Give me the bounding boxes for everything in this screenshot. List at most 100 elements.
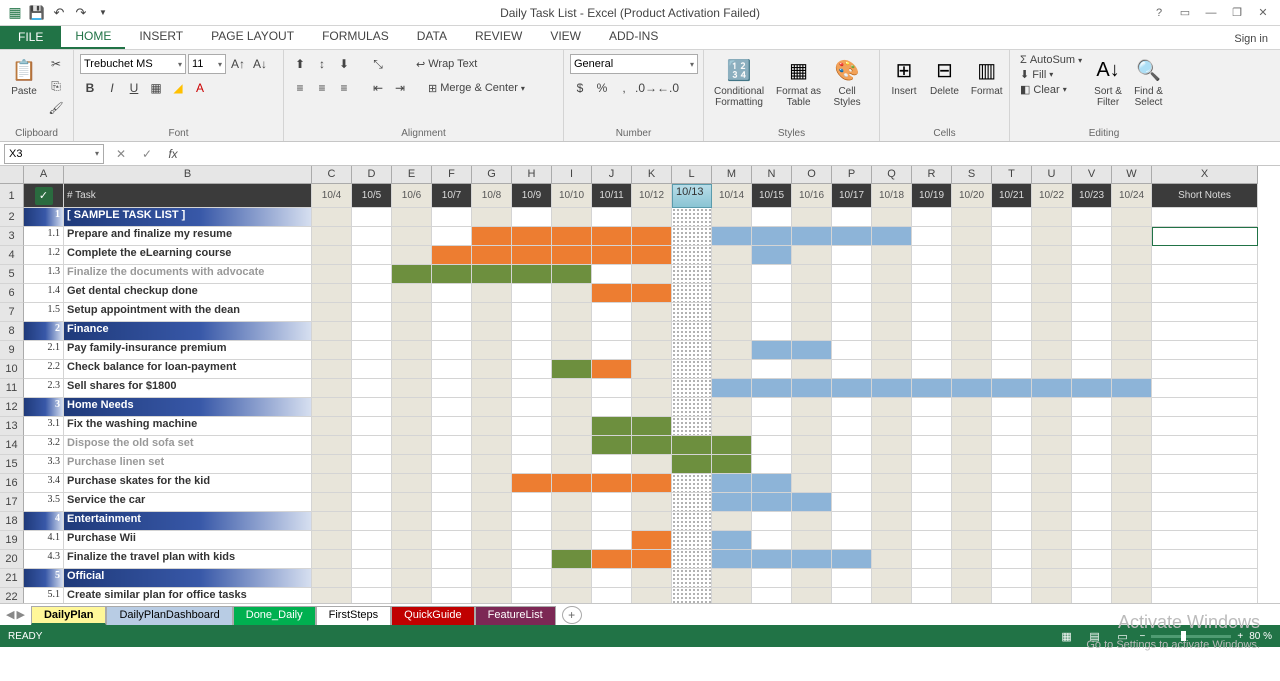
gantt-cell[interactable] [552, 588, 592, 603]
gantt-cell[interactable] [392, 379, 432, 398]
align-bottom-icon[interactable]: ⬇ [334, 54, 354, 74]
gantt-cell[interactable] [512, 265, 552, 284]
row-header-1[interactable]: 1 [0, 184, 24, 208]
gantt-cell[interactable] [512, 284, 552, 303]
gantt-cell[interactable] [792, 569, 832, 588]
gantt-cell[interactable] [952, 303, 992, 322]
gantt-cell[interactable] [832, 303, 872, 322]
gantt-cell[interactable] [1112, 265, 1152, 284]
gantt-cell[interactable] [592, 265, 632, 284]
gantt-cell[interactable] [792, 341, 832, 360]
gantt-cell[interactable] [672, 455, 712, 474]
cell-num[interactable]: 1.2 [24, 246, 64, 265]
gantt-cell[interactable] [872, 531, 912, 550]
tab-add-ins[interactable]: ADD-INS [595, 26, 672, 49]
cell-task[interactable]: Complete the eLearning course [64, 246, 312, 265]
col-header-A[interactable]: A [24, 166, 64, 184]
sheet-tab-done_daily[interactable]: Done_Daily [233, 606, 316, 625]
gantt-cell[interactable] [1072, 265, 1112, 284]
cell-task[interactable]: Get dental checkup done [64, 284, 312, 303]
gantt-cell[interactable] [512, 379, 552, 398]
row-header-21[interactable]: 21 [0, 569, 24, 588]
gantt-cell[interactable] [1112, 379, 1152, 398]
minimize-icon[interactable]: — [1198, 2, 1224, 24]
delete-button[interactable]: ⊟Delete [926, 54, 963, 99]
gantt-cell[interactable] [752, 436, 792, 455]
format-button[interactable]: ▥Format [967, 54, 1007, 99]
row-header-15[interactable]: 15 [0, 455, 24, 474]
gantt-cell[interactable] [312, 246, 352, 265]
gantt-cell[interactable] [1032, 417, 1072, 436]
gantt-cell[interactable] [1112, 398, 1152, 417]
cell-num[interactable]: 4.3 [24, 550, 64, 569]
gantt-cell[interactable] [952, 474, 992, 493]
gantt-cell[interactable] [912, 246, 952, 265]
gantt-cell[interactable] [552, 474, 592, 493]
gantt-cell[interactable] [472, 398, 512, 417]
cell-notes[interactable] [1152, 531, 1258, 550]
cell-task[interactable]: Setup appointment with the dean [64, 303, 312, 322]
gantt-cell[interactable] [392, 550, 432, 569]
gantt-cell[interactable] [312, 303, 352, 322]
gantt-cell[interactable] [1112, 227, 1152, 246]
gantt-cell[interactable] [512, 493, 552, 512]
cell-num[interactable]: 5.1 [24, 588, 64, 603]
gantt-cell[interactable] [872, 341, 912, 360]
cell-notes[interactable] [1152, 512, 1258, 531]
gantt-cell[interactable] [872, 379, 912, 398]
gantt-cell[interactable] [592, 246, 632, 265]
gantt-cell[interactable] [992, 303, 1032, 322]
gantt-cell[interactable] [792, 474, 832, 493]
gantt-cell[interactable] [1072, 569, 1112, 588]
gantt-cell[interactable] [952, 284, 992, 303]
gantt-cell[interactable] [872, 455, 912, 474]
tab-home[interactable]: HOME [61, 26, 125, 49]
gantt-cell[interactable] [1032, 284, 1072, 303]
gantt-cell[interactable] [432, 550, 472, 569]
gantt-cell[interactable] [512, 417, 552, 436]
gantt-cell[interactable] [792, 246, 832, 265]
comma-icon[interactable]: , [614, 78, 634, 98]
gantt-cell[interactable] [672, 417, 712, 436]
gantt-cell[interactable] [912, 588, 952, 603]
gantt-cell[interactable] [792, 322, 832, 341]
gantt-cell[interactable] [552, 341, 592, 360]
sheet-nav-next-icon[interactable]: ▶ [16, 608, 24, 621]
gantt-cell[interactable] [792, 398, 832, 417]
save-icon[interactable]: 💾 [26, 2, 48, 24]
gantt-cell[interactable] [472, 341, 512, 360]
help-icon[interactable]: ? [1146, 2, 1172, 24]
col-header-W[interactable]: W [1112, 166, 1152, 184]
gantt-cell[interactable] [992, 246, 1032, 265]
tab-data[interactable]: DATA [403, 26, 461, 49]
gantt-cell[interactable] [632, 417, 672, 436]
tab-insert[interactable]: INSERT [125, 26, 197, 49]
cell-task[interactable]: Fix the washing machine [64, 417, 312, 436]
gantt-cell[interactable] [512, 227, 552, 246]
gantt-cell[interactable] [792, 531, 832, 550]
gantt-cell[interactable] [912, 360, 952, 379]
cell-task[interactable]: Finalize the travel plan with kids [64, 550, 312, 569]
gantt-cell[interactable] [752, 303, 792, 322]
gantt-cell[interactable] [392, 360, 432, 379]
cell-num[interactable]: 3.3 [24, 455, 64, 474]
page-layout-icon[interactable]: ▤ [1084, 628, 1106, 644]
gantt-cell[interactable] [1032, 398, 1072, 417]
bold-button[interactable]: B [80, 78, 100, 98]
gantt-cell[interactable] [632, 550, 672, 569]
gantt-cell[interactable] [512, 398, 552, 417]
gantt-cell[interactable] [552, 550, 592, 569]
col-header-F[interactable]: F [432, 166, 472, 184]
gantt-cell[interactable] [752, 588, 792, 603]
gantt-cell[interactable] [832, 531, 872, 550]
cell-task[interactable]: Dispose the old sofa set [64, 436, 312, 455]
gantt-cell[interactable] [872, 227, 912, 246]
gantt-cell[interactable] [552, 569, 592, 588]
cell-notes[interactable] [1152, 588, 1258, 603]
gantt-cell[interactable] [1112, 341, 1152, 360]
gantt-cell[interactable] [632, 265, 672, 284]
col-header-M[interactable]: M [712, 166, 752, 184]
conditional-formatting-button[interactable]: 🔢Conditional Formatting [710, 54, 768, 110]
gantt-cell[interactable] [392, 265, 432, 284]
gantt-cell[interactable] [712, 265, 752, 284]
